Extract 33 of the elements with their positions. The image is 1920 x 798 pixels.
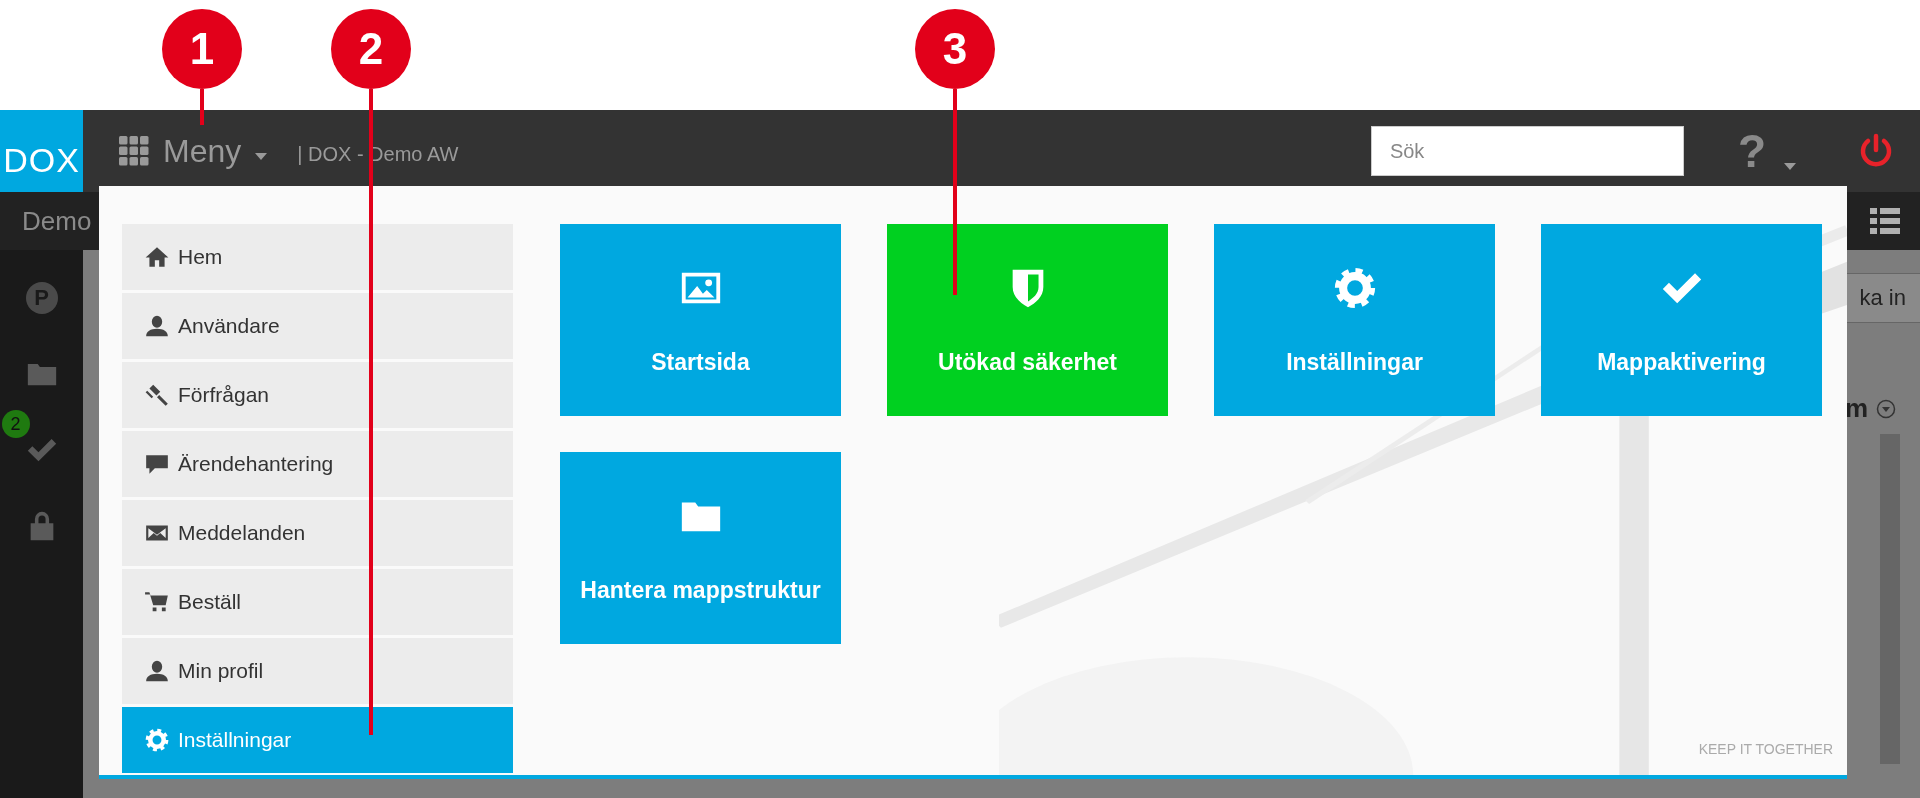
callout-badge: 2	[331, 9, 411, 89]
caret-icon	[1784, 163, 1796, 170]
menu-tile[interactable]: Startsida	[560, 224, 841, 416]
gavel-icon	[144, 382, 170, 408]
help-button[interactable]: ?	[1737, 124, 1796, 178]
menu-tile[interactable]: Utökad säkerhet	[887, 224, 1168, 416]
tagline: KEEP IT TOGETHER	[1698, 741, 1833, 757]
grid-icon	[119, 136, 149, 166]
sort-label[interactable]: m	[1844, 393, 1868, 424]
menu-item[interactable]: Förfrågan	[122, 362, 513, 428]
menu-button[interactable]: Meny	[119, 132, 268, 170]
search-field[interactable]: Sök	[1370, 126, 1684, 176]
menu-item[interactable]: Beställ	[122, 569, 513, 635]
page-title: Demo	[22, 205, 92, 237]
menu-item[interactable]: Min profil	[122, 638, 513, 704]
count-badge: 2	[1, 410, 30, 438]
menu-item[interactable]: Användare	[122, 293, 513, 359]
callout-badge: 1	[162, 9, 242, 89]
menu-item[interactable]: Hem	[122, 224, 513, 290]
caret-icon	[255, 152, 268, 160]
menu-tile[interactable]: Mappaktivering	[1541, 224, 1822, 416]
callout-badge: 3	[915, 9, 995, 89]
logo[interactable]: DOX	[0, 110, 83, 192]
menu-item[interactable]: Inställningar	[122, 707, 513, 773]
menu-tile[interactable]: Inställningar	[1214, 224, 1495, 416]
menu-item[interactable]: Meddelanden	[122, 500, 513, 566]
list-view-icon[interactable]	[1870, 208, 1900, 234]
menu-tile[interactable]: Hantera mappstruktur	[560, 452, 841, 644]
gear-icon	[144, 727, 170, 753]
dropdown-icon[interactable]	[1876, 398, 1896, 419]
person-icon	[144, 313, 170, 339]
person-icon	[144, 658, 170, 684]
menu-item[interactable]: Ärendehantering	[122, 431, 513, 497]
